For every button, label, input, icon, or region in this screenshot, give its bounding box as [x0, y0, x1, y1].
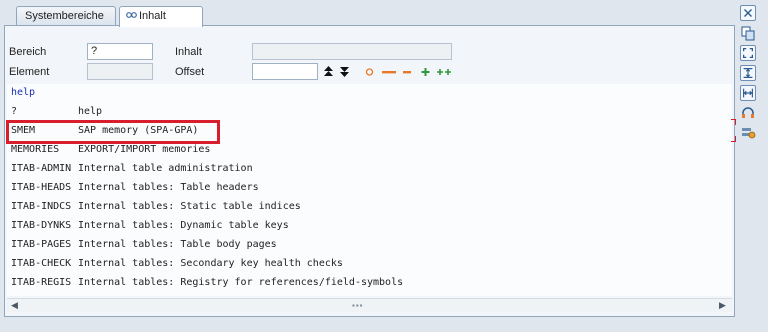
- element-label: Element: [9, 66, 50, 78]
- list-item[interactable]: ITAB-CHECK Internal tables: Secondary key…: [11, 255, 343, 273]
- list-item[interactable]: ITAB-PAGES Internal tables: Table body pa…: [11, 236, 277, 254]
- list-item[interactable]: ? help: [11, 103, 102, 121]
- output-list: help ? help SMEM SAP memory (SPA-GPA) MEMO…: [7, 84, 732, 296]
- tab-inhalt[interactable]: Inhalt: [119, 6, 203, 27]
- bereich-field[interactable]: ?: [87, 43, 153, 60]
- fullscreen-icon[interactable]: [740, 45, 756, 61]
- bereich-label: Bereich: [9, 46, 47, 58]
- tab-systembereiche[interactable]: Systembereiche: [16, 6, 116, 26]
- list-item[interactable]: ITAB-INDCS Internal tables: Static table …: [11, 198, 301, 216]
- settings-icon[interactable]: [740, 125, 756, 141]
- fit-width-icon[interactable]: [740, 85, 756, 101]
- list-item[interactable]: ITAB-REGIS Internal tables: Registry for …: [11, 274, 403, 292]
- tab-inhalt-label: Inhalt: [139, 10, 166, 22]
- inhalt-label: Inhalt: [175, 46, 202, 58]
- scroll-left-icon[interactable]: ◀: [11, 300, 18, 311]
- plus-icon[interactable]: [421, 66, 430, 78]
- offset-field[interactable]: [252, 63, 318, 80]
- scroll-grip-icon[interactable]: ▪▪▪: [352, 301, 364, 310]
- inhalt-field[interactable]: [252, 43, 452, 60]
- copy-icon[interactable]: [740, 25, 756, 41]
- short-minus-icon[interactable]: [403, 66, 411, 78]
- list-item[interactable]: ITAB-HEADS Internal tables: Table headers: [11, 179, 259, 197]
- offset-label: Offset: [175, 66, 205, 78]
- scroll-right-icon[interactable]: ▶: [719, 300, 726, 311]
- glasses-icon: [126, 12, 137, 18]
- highlight-box: [6, 120, 220, 144]
- list-item[interactable]: ITAB-ADMIN Internal table administration: [11, 160, 253, 178]
- element-field[interactable]: [87, 63, 153, 80]
- close-icon[interactable]: [740, 5, 756, 21]
- corner-mark-top: [731, 119, 736, 125]
- corner-mark-bottom: [731, 136, 736, 142]
- content-panel: Bereich ? Inhalt Element Offset help ? he…: [4, 25, 736, 317]
- long-minus-icon[interactable]: [382, 66, 396, 78]
- circle-icon[interactable]: [365, 66, 374, 78]
- tab-systembereiche-label: Systembereiche: [25, 10, 104, 22]
- output-header: help: [11, 87, 36, 98]
- double-plus-icon[interactable]: [437, 66, 451, 78]
- double-arrow-down-icon[interactable]: [339, 66, 350, 78]
- headset-icon[interactable]: [740, 105, 756, 121]
- double-arrow-up-icon[interactable]: [323, 66, 334, 78]
- horizontal-scrollbar[interactable]: ◀ ▪▪▪ ▶: [7, 298, 732, 312]
- fit-height-icon[interactable]: [740, 65, 756, 81]
- list-item[interactable]: ITAB-DYNKS Internal tables: Dynamic table…: [11, 217, 289, 235]
